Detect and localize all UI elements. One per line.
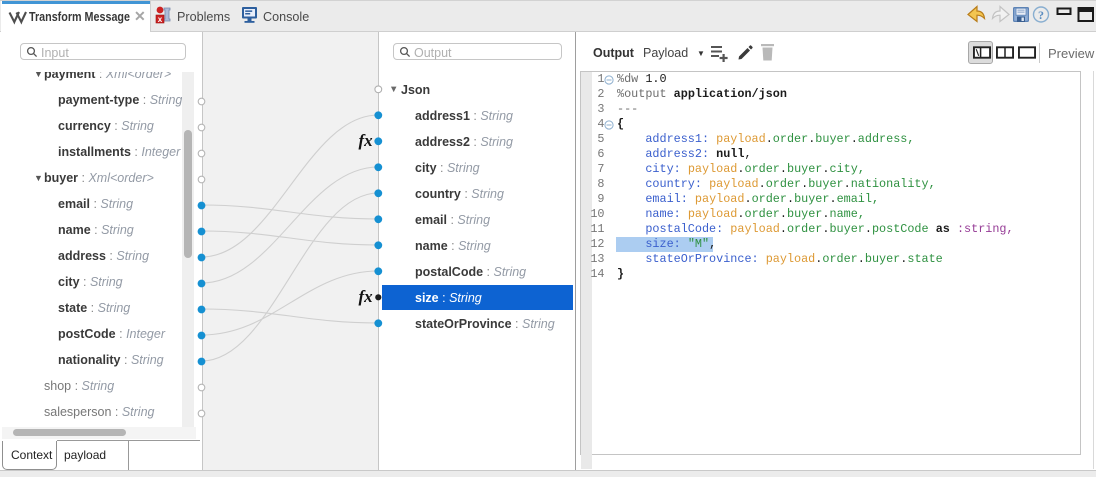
svg-text:x: x xyxy=(158,15,163,24)
svg-text:?: ? xyxy=(1038,8,1044,22)
svg-text:fx: fx xyxy=(359,131,374,150)
svg-text:fx: fx xyxy=(359,287,374,306)
